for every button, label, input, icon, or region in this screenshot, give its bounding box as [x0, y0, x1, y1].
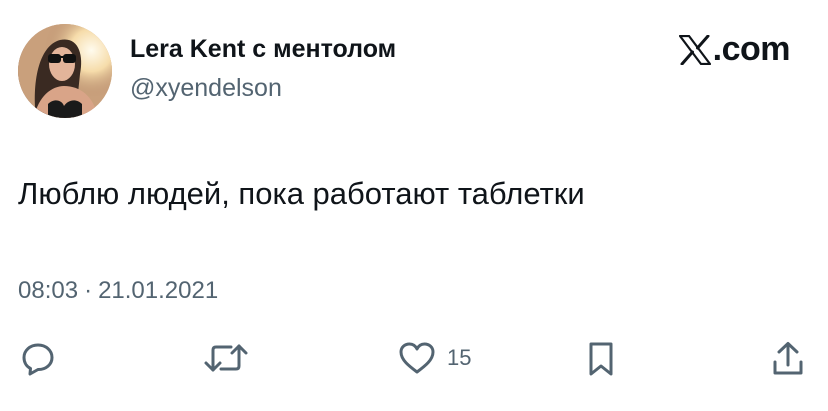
author-handle[interactable]: @xyendelson [130, 73, 396, 103]
share-button[interactable] [770, 340, 806, 378]
brand-domain: .com [712, 30, 791, 68]
author-block: Lera Kent с ментолом @xyendelson [130, 34, 396, 103]
reply-icon [20, 340, 56, 376]
author-display-name[interactable]: Lera Kent с ментолом [130, 34, 396, 64]
retweet-icon [203, 340, 249, 376]
x-logo-icon [678, 34, 711, 65]
reply-button[interactable] [20, 340, 56, 376]
tweet-meta: 08:03 · 21.01.2021 [18, 276, 218, 306]
x-com-brand[interactable]: .com [678, 30, 791, 69]
like-count: 15 [447, 345, 472, 370]
tweet-time[interactable]: 08:03 [18, 277, 78, 304]
heart-icon [397, 340, 437, 376]
action-bar: 15 [0, 340, 828, 384]
meta-separator: · [84, 277, 93, 304]
avatar-photo [18, 24, 112, 118]
bookmark-button[interactable] [586, 340, 616, 378]
tweet-card: Lera Kent с ментолом @xyendelson .com Лю… [0, 0, 828, 411]
retweet-button[interactable] [203, 340, 249, 376]
like-button[interactable]: 15 [397, 340, 471, 376]
tweet-text: Люблю людей, пока работают таблетки [18, 176, 585, 211]
bookmark-icon [586, 340, 616, 378]
tweet-date[interactable]: 21.01.2021 [98, 277, 218, 304]
share-icon [770, 340, 806, 378]
avatar[interactable] [18, 24, 112, 118]
